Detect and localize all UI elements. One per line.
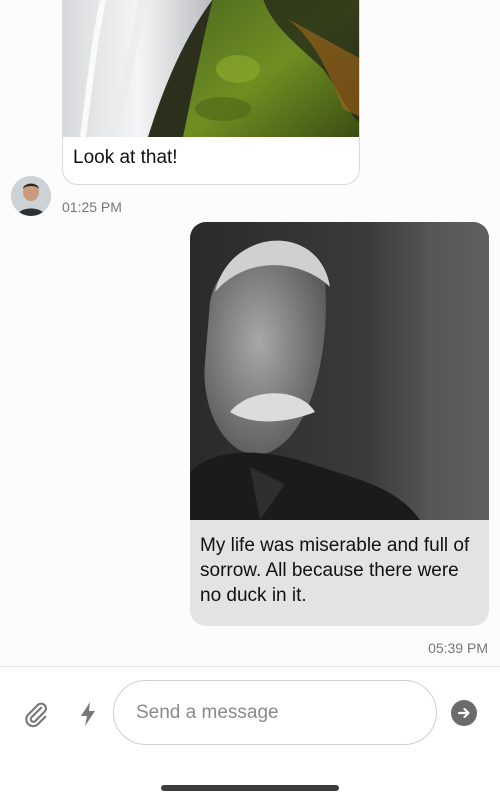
attach-button[interactable]	[22, 700, 50, 728]
send-arrow-icon	[457, 707, 470, 719]
home-indicator	[161, 785, 339, 791]
portrait-photo[interactable]	[190, 222, 489, 520]
paperclip-icon	[25, 702, 47, 728]
message-composer	[0, 666, 500, 801]
outgoing-timestamp: 05:39 PM	[428, 640, 488, 656]
incoming-message-bubble[interactable]: Look at that!	[62, 0, 360, 185]
send-button[interactable]	[451, 700, 477, 726]
chat-area: Look at that! 01:25 PM My life was miser…	[0, 0, 500, 666]
quick-reply-button[interactable]	[78, 701, 98, 727]
outgoing-message-bubble[interactable]: My life was miserable and full of sorrow…	[190, 222, 489, 626]
bolt-icon	[81, 702, 95, 726]
incoming-timestamp: 01:25 PM	[62, 199, 122, 215]
incoming-message-text: Look at that!	[73, 147, 178, 168]
avatar[interactable]	[11, 176, 51, 216]
message-input[interactable]	[113, 680, 437, 745]
outgoing-message-text: My life was miserable and full of sorrow…	[200, 535, 470, 606]
waterfall-photo[interactable]	[63, 0, 359, 137]
